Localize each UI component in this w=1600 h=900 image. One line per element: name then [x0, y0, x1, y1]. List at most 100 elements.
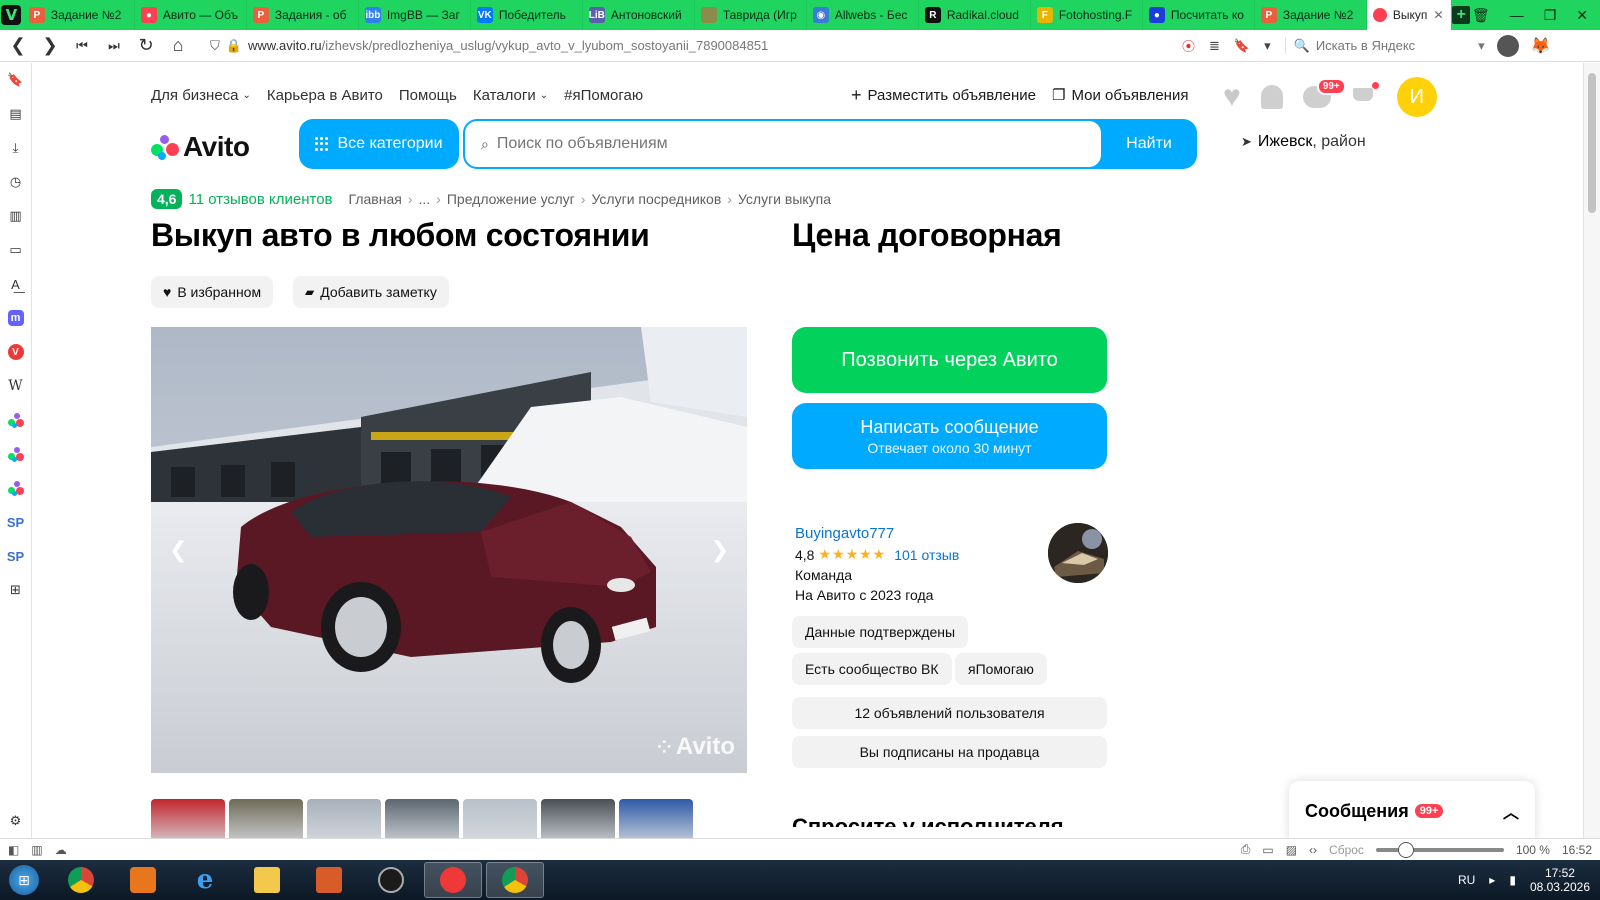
verified-data-tag[interactable]: Данные подтверждены	[792, 616, 969, 648]
chevron-up-icon[interactable]: ︿	[1503, 799, 1519, 823]
call-via-avito-button[interactable]: Позвонить через Авито	[792, 327, 1107, 393]
tab-10[interactable]: ● Посчитать ко	[1143, 0, 1255, 30]
breadcrumb-item[interactable]: Предложение услуг	[447, 191, 575, 207]
tab-5[interactable]: LiB Антоновский	[583, 0, 695, 30]
window-icon[interactable]: ▭	[1262, 843, 1273, 857]
taskbar-office[interactable]	[300, 862, 358, 898]
photo-thumbnail[interactable]	[229, 799, 303, 838]
taskbar-chrome-2[interactable]	[486, 862, 544, 898]
taskbar-media-player[interactable]	[114, 862, 172, 898]
tab-0[interactable]: P Задание №2	[23, 0, 135, 30]
all-categories-button[interactable]: Все категории	[299, 119, 459, 169]
scrollbar-thumb[interactable]	[1588, 73, 1596, 213]
avito-logo[interactable]: Avito	[151, 131, 250, 163]
sp-panel-icon-2[interactable]: SP	[0, 539, 32, 573]
history-icon[interactable]: ◷	[0, 165, 32, 199]
client-reviews-link[interactable]: 11 отзывов клиентов	[188, 191, 332, 208]
tab-2[interactable]: P Задания - об	[247, 0, 359, 30]
tab-6[interactable]: Таврида (Игр	[695, 0, 807, 30]
my-ads-button[interactable]: ❐ Мои объявления	[1052, 86, 1188, 105]
tab-3[interactable]: ibb ImgBB — Заг	[359, 0, 471, 30]
zoom-slider-knob[interactable]	[1397, 841, 1414, 858]
network-icon[interactable]: ▮	[1509, 873, 1516, 887]
search-engine-dropdown-icon[interactable]: ▾	[1478, 38, 1485, 54]
bookmarks-icon[interactable]: 🔖	[0, 63, 32, 97]
nav-catalogs-link[interactable]: Каталоги ⌄	[473, 87, 548, 104]
tab-8[interactable]: R Radikal.cloud	[919, 0, 1031, 30]
cloud-sync-icon[interactable]: ☁	[55, 843, 67, 857]
tab-active[interactable]: Выкуп авто в ✕	[1366, 0, 1451, 30]
close-tab-icon[interactable]: ✕	[1433, 8, 1443, 22]
extension-icon[interactable]: 🦊	[1531, 36, 1551, 56]
listing-photo[interactable]: ❮ ❯ ⁘ Avito	[151, 327, 747, 773]
taskbar-vivaldi[interactable]	[424, 862, 482, 898]
vivaldi-icon[interactable]: V	[0, 335, 32, 369]
seller-reviews-link[interactable]: 101 отзыв	[894, 547, 959, 563]
avito-panel-icon-3[interactable]	[0, 471, 32, 505]
image-toggle-icon[interactable]: ▨	[1286, 843, 1297, 857]
shield-icon[interactable]: ⛉	[210, 38, 220, 54]
messages-chat-icon[interactable]: 99+	[1302, 78, 1346, 108]
seller-avatar[interactable]	[1048, 523, 1108, 583]
nav-ihelp-link[interactable]: #яПомогаю	[564, 87, 643, 104]
page-scrollbar[interactable]	[1583, 63, 1600, 838]
photo-thumbnail[interactable]	[385, 799, 459, 838]
ihelp-tag[interactable]: яПомогаю	[955, 653, 1047, 685]
sp-panel-icon-1[interactable]: SP	[0, 505, 32, 539]
photo-thumbnail[interactable]	[463, 799, 537, 838]
tab-11[interactable]: P Задание №2	[1255, 0, 1367, 30]
zoom-slider[interactable]	[1375, 841, 1504, 858]
photo-thumbnail[interactable]	[151, 799, 225, 838]
breadcrumb-item[interactable]: Услуги выкупа	[738, 191, 831, 207]
profile-icon[interactable]	[1496, 34, 1519, 57]
avito-panel-icon-2[interactable]	[0, 437, 32, 471]
new-tab-button[interactable]: +	[1451, 0, 1472, 30]
favorites-heart-icon[interactable]: ♥	[1223, 82, 1241, 112]
minimize-icon[interactable]: —	[1510, 7, 1524, 23]
wikipedia-icon[interactable]: W	[0, 369, 32, 403]
search-input[interactable]: ⌕ Поиск по объявлениям	[465, 121, 1101, 167]
breadcrumb-item[interactable]: ...	[419, 191, 431, 207]
translate-icon[interactable]: A͟	[0, 267, 32, 301]
fast-forward-icon[interactable]: ⏭	[100, 32, 128, 60]
user-ads-button[interactable]: 12 объявлений пользователя	[792, 697, 1107, 729]
reading-list-icon[interactable]: ▤	[0, 97, 32, 131]
start-button[interactable]: ⊞	[0, 860, 48, 900]
user-avatar[interactable]: И	[1396, 77, 1437, 117]
notes-icon[interactable]: ▥	[0, 199, 32, 233]
window-panel-icon[interactable]: ▭	[0, 233, 32, 267]
add-to-favorites-button[interactable]: ♥ В избранном	[151, 276, 274, 308]
bookmark-icon[interactable]: 🔖	[1234, 38, 1250, 54]
settings-gear-icon[interactable]: ⚙	[0, 804, 32, 838]
nav-help-link[interactable]: Помощь	[399, 87, 457, 104]
photo-thumbnail[interactable]	[619, 799, 693, 838]
taskbar-explorer[interactable]	[238, 862, 296, 898]
breadcrumb-item[interactable]: Главная	[349, 191, 402, 207]
cart-icon[interactable]	[1351, 82, 1379, 108]
avito-panel-icon-1[interactable]	[0, 403, 32, 437]
home-icon[interactable]: ⌂	[164, 32, 192, 60]
write-message-button[interactable]: Написать сообщение Отвечает около 30 мин…	[792, 403, 1107, 469]
subscribed-button[interactable]: Вы подписаны на продавца	[792, 736, 1107, 768]
reader-icon[interactable]: ≣	[1209, 38, 1220, 54]
url-field[interactable]: ⛉ 🔒 www.avito.ru/izhevsk/predlozheniya_u…	[210, 38, 1170, 54]
downloads-icon[interactable]: ⤓	[0, 131, 32, 165]
photo-next-arrow-icon[interactable]: ❯	[711, 537, 729, 563]
nav-business-link[interactable]: Для бизнеса ⌄	[151, 87, 251, 104]
taskbar-chrome[interactable]	[52, 862, 110, 898]
restore-icon[interactable]: ❐	[1544, 7, 1557, 24]
yandex-search-field[interactable]: 🔍 Искать в Яндекс ▾	[1284, 37, 1485, 54]
taskbar-hp[interactable]	[362, 862, 420, 898]
mastodon-icon[interactable]: m	[0, 301, 32, 335]
taskbar-internet-explorer[interactable]: e	[176, 862, 234, 898]
tab-tiling-icon[interactable]: ▥	[31, 843, 42, 857]
panel-toggle-icon[interactable]: ◧	[8, 843, 19, 857]
vivaldi-menu-button[interactable]: V	[0, 0, 23, 30]
vk-community-tag[interactable]: Есть сообщество ВК	[792, 653, 952, 685]
tracker-icon[interactable]: ⦿	[1182, 36, 1195, 55]
forward-icon[interactable]: ❯	[36, 32, 64, 60]
messages-panel[interactable]: Сообщения 99+ ︿	[1289, 781, 1535, 838]
photo-thumbnail[interactable]	[307, 799, 381, 838]
notifications-bell-icon[interactable]	[1260, 85, 1283, 109]
tab-7[interactable]: ◉ Allwebs - Бес	[807, 0, 919, 30]
